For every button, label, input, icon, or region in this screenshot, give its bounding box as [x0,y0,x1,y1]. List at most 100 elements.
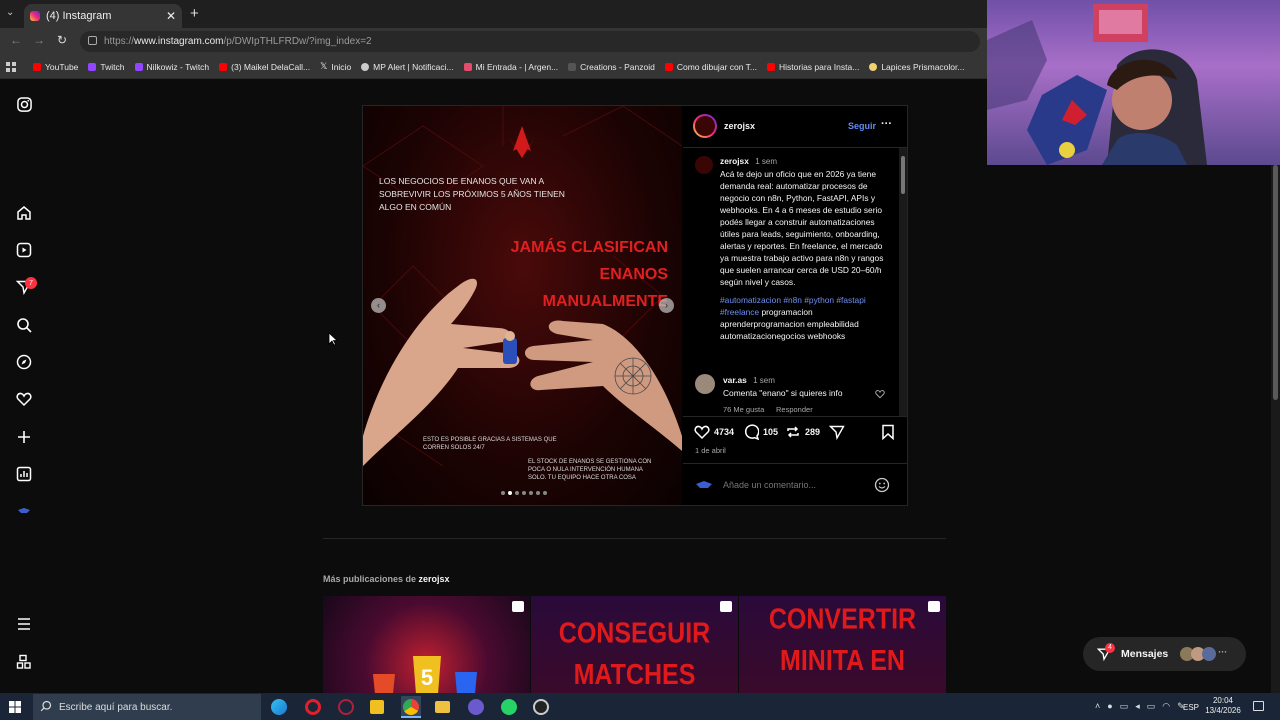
instagram-logo-icon[interactable] [14,94,34,114]
more-posts-user[interactable]: zerojsx [419,574,450,584]
menu-icon[interactable] [14,614,34,634]
slide-indicator [501,491,547,495]
emoji-icon[interactable] [874,477,890,498]
slide-dot [543,491,547,495]
clock-date: 13/4/2026 [1205,706,1241,715]
repost-count[interactable]: 289 [805,427,820,437]
file-explorer-icon[interactable] [435,701,450,713]
reel-icon [512,601,524,612]
comment-likes[interactable]: 76 Me gusta [723,405,764,414]
taskbar-search[interactable]: Escribe aquí para buscar. [33,694,261,720]
store-icon[interactable] [370,700,384,714]
comment-count[interactable]: 105 [763,427,778,437]
comment-reply-button[interactable]: Responder [776,405,813,414]
home-icon[interactable] [14,203,34,223]
follow-button[interactable]: Seguir [848,121,876,131]
comment-username[interactable]: var.as [723,375,747,385]
commenter-avatar[interactable] [695,374,715,394]
instagram-icon [30,11,40,21]
apps-grid-icon[interactable] [6,61,28,72]
opera-gx-icon[interactable] [338,699,354,715]
edge-icon[interactable] [271,699,287,715]
create-icon[interactable] [14,427,34,447]
search-icon [40,700,52,715]
reels-icon[interactable] [14,240,34,260]
repost-icon[interactable] [785,424,801,445]
page-scrollbar[interactable] [1271,165,1280,693]
opera-icon[interactable] [305,699,321,715]
obs-icon[interactable] [533,699,549,715]
author-username[interactable]: zerojsx [724,121,755,131]
post-thumbnail-1[interactable]: 5 [323,596,530,694]
reel-icon [928,601,940,612]
bookmark-nilkowiz[interactable]: Nilkowiz - Twitch [130,62,215,72]
comment-input[interactable] [723,478,873,492]
search-icon[interactable] [14,315,34,335]
comments-scrollbar[interactable] [899,148,907,416]
reload-icon[interactable]: ↻ [57,33,67,47]
bookmark-lapices[interactable]: Lapices Prismacolor... [864,62,969,72]
dashboard-icon[interactable] [14,464,34,484]
mic-icon[interactable]: ● [1107,701,1112,712]
address-bar[interactable]: https://www.instagram.com/p/DWIpTHLFRDw/… [80,31,980,52]
bookmark-mpalert[interactable]: MP Alert | Notificaci... [356,62,458,72]
post-side-panel: zerojsx Seguir ··· zerojsx 1 sem Acá te … [683,106,907,505]
slide-dot [501,491,505,495]
post-date[interactable]: 1 de abril [695,446,726,455]
caption-avatar[interactable] [695,156,713,174]
back-icon[interactable]: ← [10,33,22,47]
windows-start-icon[interactable] [9,700,21,718]
next-slide-button[interactable]: › [659,298,674,313]
bookmark-panzoid[interactable]: Creations - Panzoid [563,62,660,72]
bookmark-inicio[interactable]: 𝕏 Inicio [315,61,356,72]
share-icon[interactable] [828,424,845,445]
more-options-icon[interactable]: ··· [881,118,892,130]
bookmark-dibujar[interactable]: Como dibujar con T... [660,62,762,72]
bookmark-mientrada[interactable]: Mi Entrada - | Argen... [459,62,564,72]
bookmark-twitch[interactable]: Twitch [83,62,129,72]
wifi-icon[interactable]: ◠ [1162,701,1170,712]
battery-icon[interactable]: ▭ [1147,701,1156,712]
clock[interactable]: 20:04 13/4/2026 [1204,696,1242,716]
caption-username[interactable]: zerojsx [720,156,749,166]
system-tray[interactable]: ˄ ● ▭ ◂ ▭ ◠ ✎ [1095,701,1185,712]
like-count[interactable]: 4734 [714,427,734,437]
chrome-active-tab[interactable] [401,696,421,718]
volume-icon[interactable]: ◂ [1135,701,1140,712]
network-icon[interactable]: ▭ [1120,701,1129,712]
browser-tab[interactable]: (4) Instagram ✕ [24,4,182,28]
apps-icon[interactable] [14,652,34,672]
notification-badge: 7 [25,277,37,289]
discord-icon[interactable] [468,699,484,715]
post-thumbnail-3[interactable]: CONVERTIR MINITA EN [739,596,946,694]
chevron-up-icon[interactable]: ˄ [1095,701,1100,712]
heart-icon[interactable] [14,389,34,409]
save-icon[interactable] [880,424,896,445]
author-avatar[interactable] [693,114,717,138]
section-divider [323,538,946,539]
bookmark-youtube[interactable]: YouTube [28,62,83,72]
language-indicator[interactable]: ESP [1183,703,1199,712]
slide-dot [515,491,519,495]
bookmarks-bar: YouTube Twitch Nilkowiz - Twitch (3) Mai… [0,55,987,79]
forward-icon[interactable]: → [33,33,45,47]
html-css-js-art: 5 [373,656,477,694]
new-tab-button[interactable]: + [190,5,199,22]
bookmark-historias[interactable]: Historias para Insta... [762,62,864,72]
bookmark-maikel[interactable]: (3) Maikel DelaCall... [214,62,315,72]
like-icon[interactable] [694,424,710,445]
prev-slide-button[interactable]: ‹ [371,298,386,313]
tab-search-button[interactable]: ⌄ [6,7,14,18]
post-media[interactable]: LOS NEGOCIOS DE ENANOS QUE VAN A SOBREVI… [363,106,682,505]
message-avatars: ··· [1180,647,1227,661]
notifications-icon[interactable] [1253,701,1264,711]
post-thumbnail-2[interactable]: CONSEGUIR MATCHES [531,596,738,694]
messages-button[interactable]: 4 Mensajes ··· [1083,637,1246,671]
whatsapp-icon[interactable] [501,699,517,715]
explore-icon[interactable] [14,352,34,372]
profile-avatar-icon[interactable] [14,501,34,521]
comment-like-icon[interactable] [875,386,885,404]
site-info-icon[interactable] [88,36,97,45]
comment-icon[interactable] [743,424,760,445]
close-tab-icon[interactable]: ✕ [166,9,176,23]
